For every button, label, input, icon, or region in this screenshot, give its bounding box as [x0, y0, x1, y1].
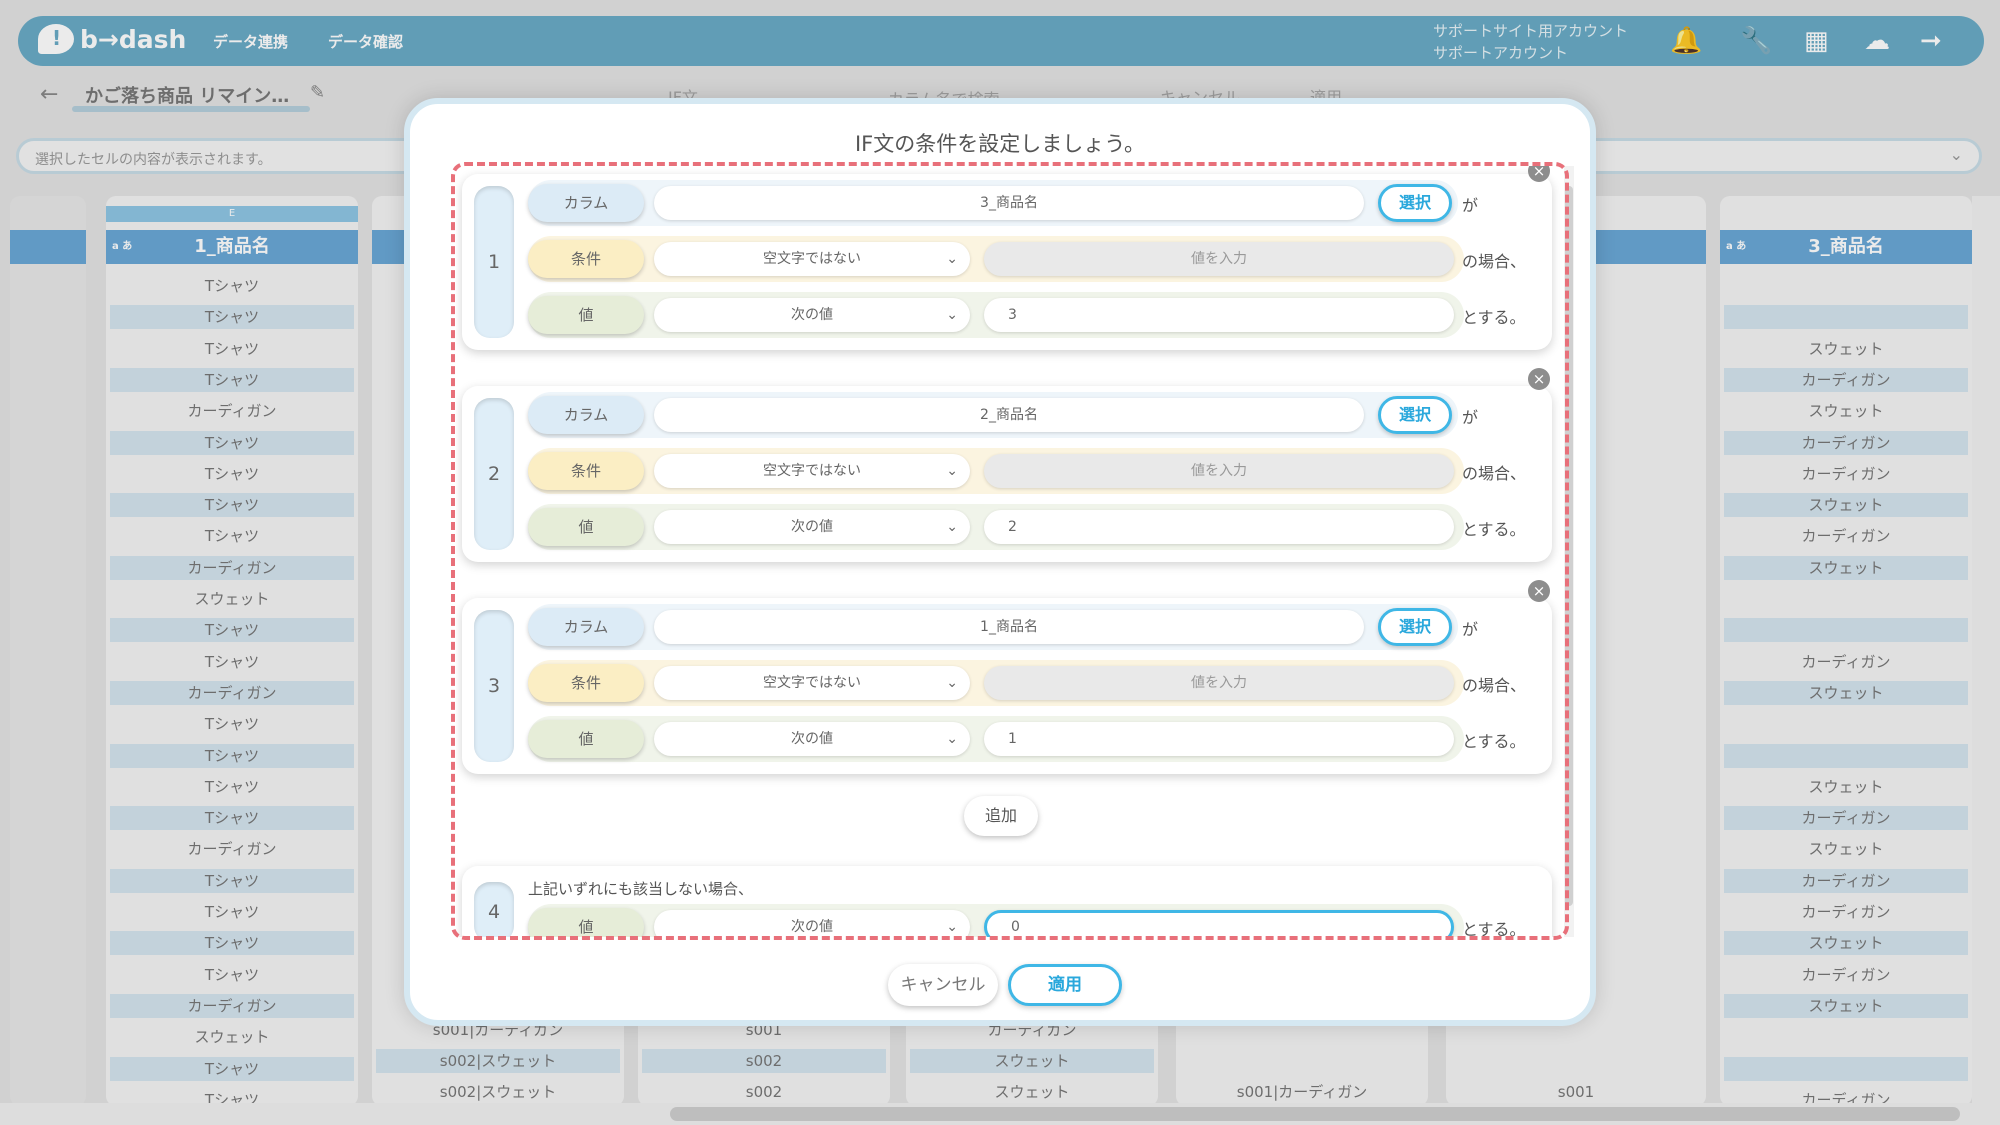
apply-button[interactable]: 適用	[1008, 964, 1122, 1006]
if-condition-dialog: IF文の条件を設定しましょう。 1 カラム 3_商品名 選択 が 条件 空文字で…	[404, 98, 1596, 1026]
highlight-dashed-border	[451, 162, 1569, 940]
dialog-title: IF文の条件を設定しましょう。	[854, 132, 1145, 156]
cancel-button[interactable]: キャンセル	[888, 964, 998, 1006]
